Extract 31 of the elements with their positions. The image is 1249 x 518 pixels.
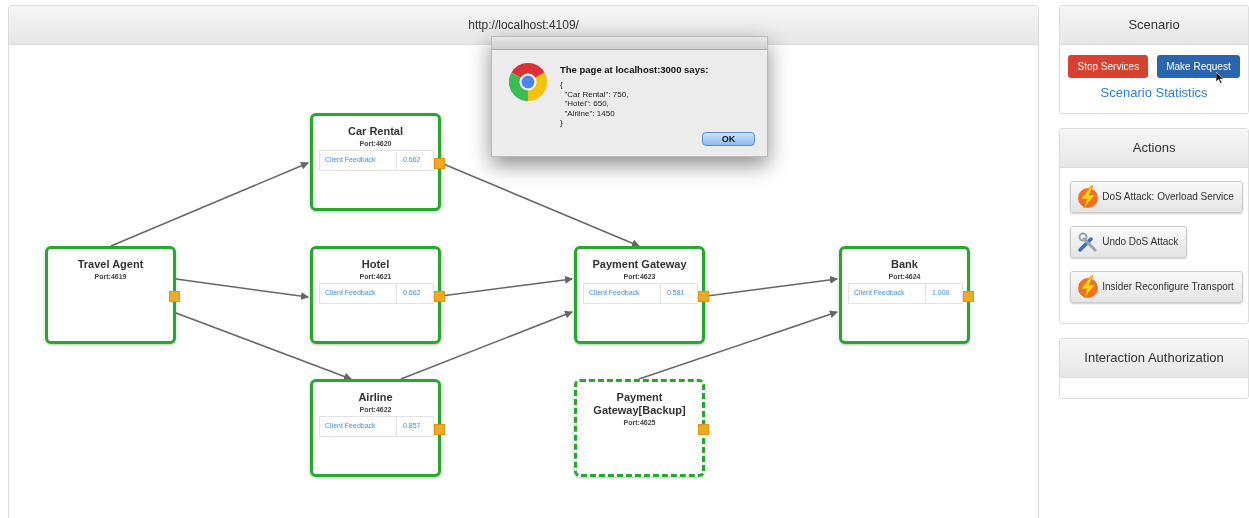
mouse-cursor-icon xyxy=(1216,72,1225,84)
node-title: Travel Agent xyxy=(76,258,145,271)
connector-handle[interactable] xyxy=(434,424,445,435)
lightning-icon xyxy=(1077,274,1100,299)
node-title: Airline xyxy=(357,391,394,404)
connector-handle[interactable] xyxy=(434,291,445,302)
panel-title: Actions xyxy=(1132,138,1176,157)
scenario-button[interactable]: Stop Services xyxy=(1068,55,1149,78)
dialog-title: The page at localhost:3000 says: xyxy=(560,63,709,77)
page-url: http://localhost:4109/ xyxy=(468,17,579,34)
browser-logo-icon xyxy=(509,63,547,101)
connector-handle[interactable] xyxy=(698,291,709,302)
connector-handle[interactable] xyxy=(169,291,180,302)
action-button[interactable]: DoS Attack: Overload Service xyxy=(1070,180,1243,213)
panel-title: Scenario xyxy=(1128,16,1180,35)
lightning-icon xyxy=(1077,184,1100,209)
ok-button[interactable]: OK xyxy=(702,132,755,146)
statistics-link[interactable]: Scenario Statistics xyxy=(1100,83,1208,103)
connector-handle[interactable] xyxy=(963,291,974,302)
scenario-button[interactable]: Make Request xyxy=(1157,55,1240,78)
action-button[interactable]: Insider Reconfigure Transport xyxy=(1070,270,1243,303)
dialog-message: { "Car Rental": 750, "Hotel": 650, "Airline": 1450 } xyxy=(560,80,630,128)
node-title: Payment Gateway[Backup] xyxy=(592,391,687,417)
action-button[interactable]: Undo DoS Attack xyxy=(1070,225,1188,258)
panel-title: Interaction Authorization xyxy=(1084,348,1224,367)
node-title: Hotel xyxy=(360,258,391,271)
connector-handle[interactable] xyxy=(698,424,709,435)
node-title: Payment Gateway xyxy=(591,258,688,271)
node-title: Car Rental xyxy=(347,125,404,138)
node-title: Bank xyxy=(890,258,919,271)
connector-handle[interactable] xyxy=(434,158,445,169)
